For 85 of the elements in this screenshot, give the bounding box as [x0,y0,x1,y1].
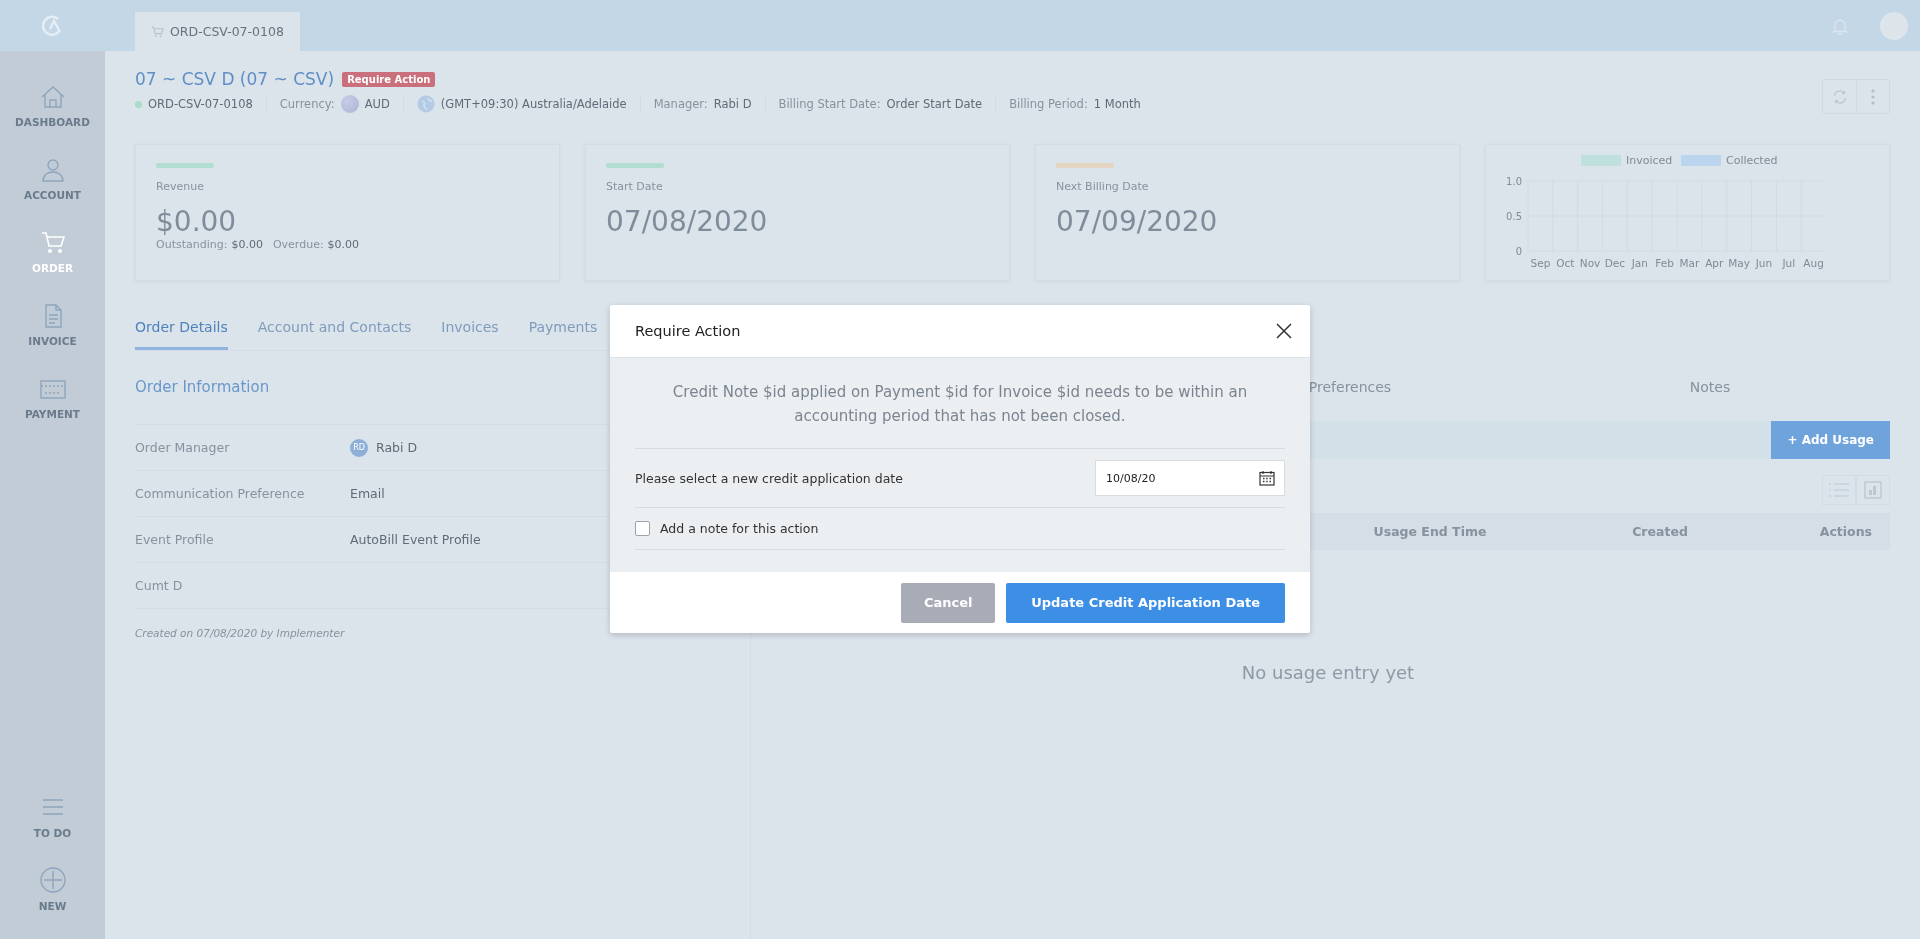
x-tick-label: Feb [1655,257,1674,269]
field-label: Please select a new credit application date [635,470,903,486]
x-tick-label: Sep [1530,257,1551,269]
x-tick-label: Jul [1782,257,1796,269]
calendar-icon [1259,470,1275,486]
x-tick-label: Jun [1755,257,1773,269]
column-header: Usage End Time [1372,524,1488,539]
sidebar-item[interactable]: NEW [0,852,105,925]
panel-tab[interactable]: Notes [1530,379,1890,409]
meta-value: Rabi D [713,97,752,111]
x-tick-label: Jan [1631,257,1648,269]
meta-label: Manager: [653,97,708,111]
x-tick-label: Oct [1556,257,1575,269]
field-label: Order Manager [135,440,231,455]
meta-label: Billing Start Date: [778,97,881,111]
meta-value: AUD [364,97,390,111]
section-heading: Order Information [135,378,270,396]
x-tick-label: Apr [1705,257,1724,269]
meta-label: Billing Period: [1009,97,1088,111]
chart-view-button[interactable] [1856,475,1890,505]
sidebar-item[interactable]: DASHBOARD [0,69,105,142]
stat-value: 07/09/2020 [1056,205,1219,238]
order-id: ORD-CSV-07-0108 [148,97,253,111]
y-tick-label: 0.5 [1506,211,1522,222]
cancel-button[interactable]: Cancel [901,582,996,623]
dialog-message: Credit Note $id applied on Payment $id for Invoice $id needs to be within an accounting period that has not been closed. [671,382,1249,427]
tab[interactable]: Payments [528,319,598,350]
meta-value: 1 Month [1093,97,1141,111]
stat-value: 07/08/2020 [606,205,769,238]
cart-icon [151,25,164,38]
meta-label: Currency: [279,97,335,111]
sidebar-item[interactable]: ORDER [0,215,105,288]
x-tick-label: May [1728,257,1750,269]
add-usage-button[interactable]: + Add Usage [1771,421,1890,459]
stat-label: Next Billing Date [1056,180,1150,193]
stat-label: Start Date [606,180,664,193]
x-tick-label: Nov [1579,257,1601,269]
x-tick-label: Aug [1803,257,1824,269]
sidebar-item[interactable]: ACCOUNT [0,142,105,215]
field-label: Event Profile [135,532,215,547]
more-icon [1871,88,1875,105]
tab[interactable]: Account and Contacts [257,319,412,350]
field-label: Cumt D [135,578,184,593]
sidebar-item[interactable]: TO DO [0,779,105,852]
close-icon [1276,323,1292,339]
x-tick-label: Mar [1679,257,1700,269]
stat-sub-value: $0.00 [231,238,263,251]
dialog-title: Require Action [635,323,741,339]
date-field[interactable]: 10/08/20 [1095,460,1285,496]
stat-value: $0.00 [156,205,238,238]
meta-value: (GMT+09:30) Australia/Adelaide [440,97,627,111]
stat-label: Revenue [156,180,205,193]
field-value: AutoBill Event Profile [350,532,481,547]
checkbox[interactable] [635,521,650,536]
status-dot [135,100,142,108]
sidebar-item[interactable]: PAYMENT [0,361,105,434]
bar-chart-icon [1864,481,1882,499]
plus-circle-icon [38,865,67,894]
column-header: Actions [1818,524,1873,539]
y-tick-label: 1.0 [1506,176,1522,187]
empty-message: No usage entry yet [1240,662,1416,683]
x-tick-label: Dec [1604,257,1626,269]
stat-sub-value: $0.00 [327,238,360,251]
update-button[interactable]: Update Credit Application Date [1006,582,1285,623]
checkbox-label: Add a note for this action [660,521,819,536]
stat-sub-label: Outstanding: [156,238,228,251]
status-badge: Require Action [342,71,436,87]
globe-icon [416,95,435,113]
meta-value: Order Start Date [886,97,983,111]
tab[interactable]: Invoices [441,319,499,350]
close-button[interactable] [1274,321,1294,341]
user-avatar[interactable] [1880,11,1908,40]
avatar-initials: RD [350,438,368,457]
sidebar-item[interactable]: INVOICE [0,288,105,361]
y-tick-label: 0 [1515,246,1522,257]
field-value: Rabi D [376,440,418,455]
legend-label: Invoiced [1626,154,1673,167]
field-label: Communication Preference [135,486,306,501]
order-title: 07 ~ CSV D (07 ~ CSV) [135,69,335,89]
stat-sub-label: Overdue: [272,238,324,251]
column-header: Created [1631,524,1689,539]
order-tab[interactable]: ORD-CSV-07-0108 [135,12,300,51]
legend-label: Collected [1726,154,1778,167]
tab[interactable]: Order Details [135,319,228,350]
field-value: Email [350,486,385,501]
